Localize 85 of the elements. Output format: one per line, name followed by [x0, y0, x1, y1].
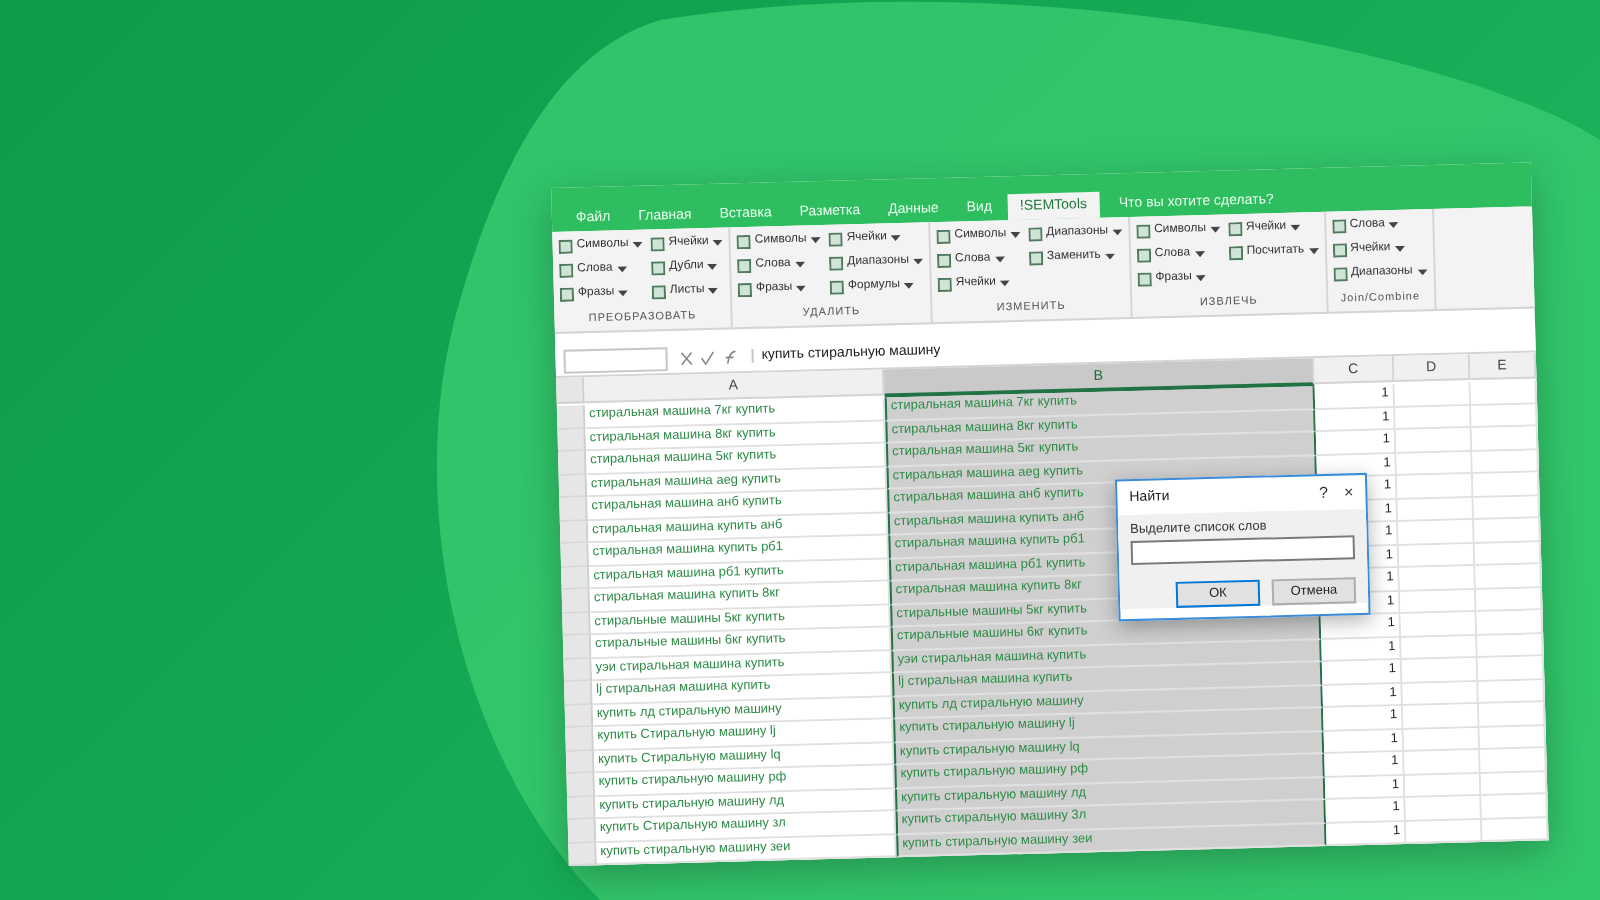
row-header[interactable] — [558, 451, 587, 475]
caret-icon — [632, 241, 643, 248]
row-header[interactable] — [560, 543, 590, 567]
table-cell — [1477, 633, 1544, 658]
row-header[interactable] — [561, 566, 590, 590]
caret-icon — [1112, 229, 1123, 236]
caret-icon — [1104, 253, 1115, 260]
caret-icon — [1416, 269, 1427, 276]
table-cell — [1471, 426, 1539, 452]
table-cell — [1475, 564, 1542, 590]
table-cell — [1404, 750, 1481, 775]
table-cell — [1402, 681, 1479, 706]
table-cell — [1478, 679, 1545, 704]
caret-icon — [796, 285, 807, 292]
table-cell — [1396, 474, 1474, 500]
table-cell — [1402, 704, 1480, 729]
row-header[interactable] — [566, 773, 596, 797]
row-header[interactable] — [564, 681, 593, 705]
table-cell — [1401, 658, 1479, 683]
row-header[interactable] — [565, 727, 594, 751]
caret-icon — [1290, 224, 1301, 231]
table-cell — [1480, 748, 1547, 773]
table-cell — [1396, 451, 1473, 477]
table-cell — [1472, 472, 1540, 498]
table-cell — [1481, 794, 1548, 819]
row-header[interactable] — [557, 428, 587, 453]
close-button[interactable]: × — [1343, 483, 1354, 502]
table-cell — [1401, 635, 1478, 660]
caret-icon — [712, 239, 723, 246]
help-button[interactable]: ? — [1318, 483, 1329, 503]
row-header[interactable] — [567, 819, 597, 843]
table-cell — [1403, 727, 1481, 752]
caret-icon — [708, 287, 719, 295]
table-cell — [1470, 380, 1538, 406]
row-header[interactable] — [564, 704, 594, 728]
table-cell — [1474, 541, 1542, 567]
caret-icon — [810, 237, 821, 244]
caret-icon — [616, 266, 627, 273]
row-header[interactable] — [558, 474, 588, 498]
table-cell — [1404, 773, 1482, 798]
caret-icon — [999, 280, 1010, 287]
caret-icon — [1388, 221, 1400, 229]
table-cell — [1405, 795, 1482, 821]
name-box[interactable] — [563, 346, 668, 373]
table-cell — [1481, 817, 1549, 842]
caret-icon — [1308, 248, 1319, 255]
table-cell — [1476, 610, 1544, 636]
caret-icon — [1394, 245, 1405, 253]
table-cell — [1395, 428, 1473, 454]
table-cell — [1398, 520, 1475, 546]
table-cell — [1474, 518, 1541, 544]
formula-icons — [679, 348, 740, 366]
table-cell — [1394, 382, 1472, 408]
caret-icon — [1209, 226, 1221, 233]
select-all-corner[interactable] — [556, 377, 585, 405]
row-header[interactable] — [561, 589, 591, 613]
table-cell — [1473, 495, 1541, 521]
table-cell — [1480, 771, 1548, 796]
row-header[interactable] — [563, 658, 593, 682]
table-cell — [1475, 587, 1543, 613]
caret-icon — [618, 290, 629, 297]
row-header[interactable] — [562, 635, 592, 659]
row-header[interactable] — [567, 796, 596, 820]
table-cell — [1398, 543, 1476, 569]
table-cell — [1395, 405, 1472, 431]
table-cell — [1399, 589, 1477, 615]
table-cell — [1399, 566, 1476, 592]
caret-icon — [904, 282, 915, 289]
caret-icon — [794, 261, 805, 268]
caret-icon — [1194, 251, 1205, 258]
caret-icon — [1195, 275, 1206, 282]
table-cell — [1400, 612, 1478, 637]
table-cell — [1478, 702, 1546, 727]
table-cell — [1472, 449, 1539, 475]
caret-icon — [707, 263, 718, 271]
table-cell — [1471, 403, 1538, 429]
table-cell — [1477, 656, 1545, 681]
row-header[interactable] — [559, 497, 588, 521]
caret-icon — [913, 258, 924, 265]
table-cell — [1479, 725, 1547, 750]
table-cell — [1397, 497, 1475, 523]
row-header[interactable] — [568, 842, 597, 866]
caret-icon — [994, 256, 1005, 263]
row-header[interactable] — [562, 612, 591, 636]
row-header[interactable] — [556, 405, 586, 430]
